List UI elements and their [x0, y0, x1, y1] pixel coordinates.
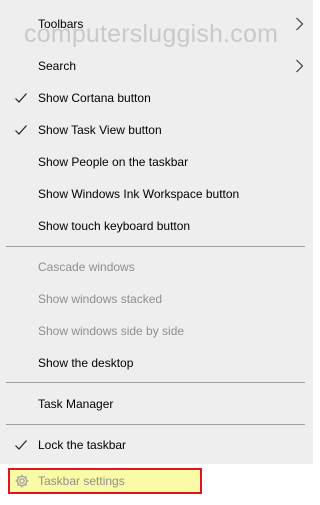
menu-item-windows-stacked: Show windows stacked	[0, 283, 313, 315]
menu-item-show-task-view[interactable]: Show Task View button	[0, 114, 313, 146]
menu-item-show-touch-keyboard[interactable]: Show touch keyboard button	[0, 210, 313, 242]
check-icon	[15, 93, 27, 103]
menu-item-show-ink-workspace[interactable]: Show Windows Ink Workspace button	[0, 178, 313, 210]
menu-item-label: Show windows stacked	[38, 292, 163, 306]
gear-icon	[15, 474, 29, 488]
menu-item-show-cortana[interactable]: Show Cortana button	[0, 82, 313, 114]
menu-item-windows-side-by-side: Show windows side by side	[0, 315, 313, 347]
menu-item-label: Show windows side by side	[38, 324, 185, 338]
menu-item-label: Search	[38, 59, 77, 73]
menu-item-cascade-windows: Cascade windows	[0, 251, 313, 283]
menu-item-task-manager[interactable]: Task Manager	[0, 388, 313, 420]
menu-item-label: Taskbar settings	[38, 474, 125, 488]
menu-item-label: Toolbars	[38, 17, 84, 31]
menu-separator	[6, 246, 305, 247]
menu-item-label: Cascade windows	[38, 260, 135, 274]
menu-item-search[interactable]: Search	[0, 50, 313, 82]
menu-item-label: Lock the taskbar	[38, 438, 127, 452]
chevron-right-icon	[296, 59, 304, 73]
check-icon	[15, 125, 27, 135]
menu-item-taskbar-settings[interactable]: Taskbar settings	[8, 468, 202, 494]
menu-item-show-desktop[interactable]: Show the desktop	[0, 347, 313, 379]
menu-item-show-people[interactable]: Show People on the taskbar	[0, 146, 313, 178]
taskbar-context-menu: computersluggish.com Toolbars Search Sho…	[0, 0, 313, 505]
menu-item-label: Task Manager	[38, 397, 114, 411]
check-icon	[15, 440, 27, 450]
menu-separator	[6, 424, 305, 425]
menu-item-label: Show People on the taskbar	[38, 155, 189, 169]
menu-item-toolbars[interactable]: Toolbars	[0, 8, 313, 40]
menu-item-label: Show Windows Ink Workspace button	[38, 187, 240, 201]
menu-item-label: Show the desktop	[38, 356, 134, 370]
menu-separator	[6, 382, 305, 383]
chevron-right-icon	[296, 17, 304, 31]
menu-item-lock-taskbar[interactable]: Lock the taskbar	[0, 429, 313, 461]
menu-item-label: Show Task View button	[38, 123, 162, 137]
menu-item-label: Show touch keyboard button	[38, 219, 191, 233]
menu-item-label: Show Cortana button	[38, 91, 151, 105]
